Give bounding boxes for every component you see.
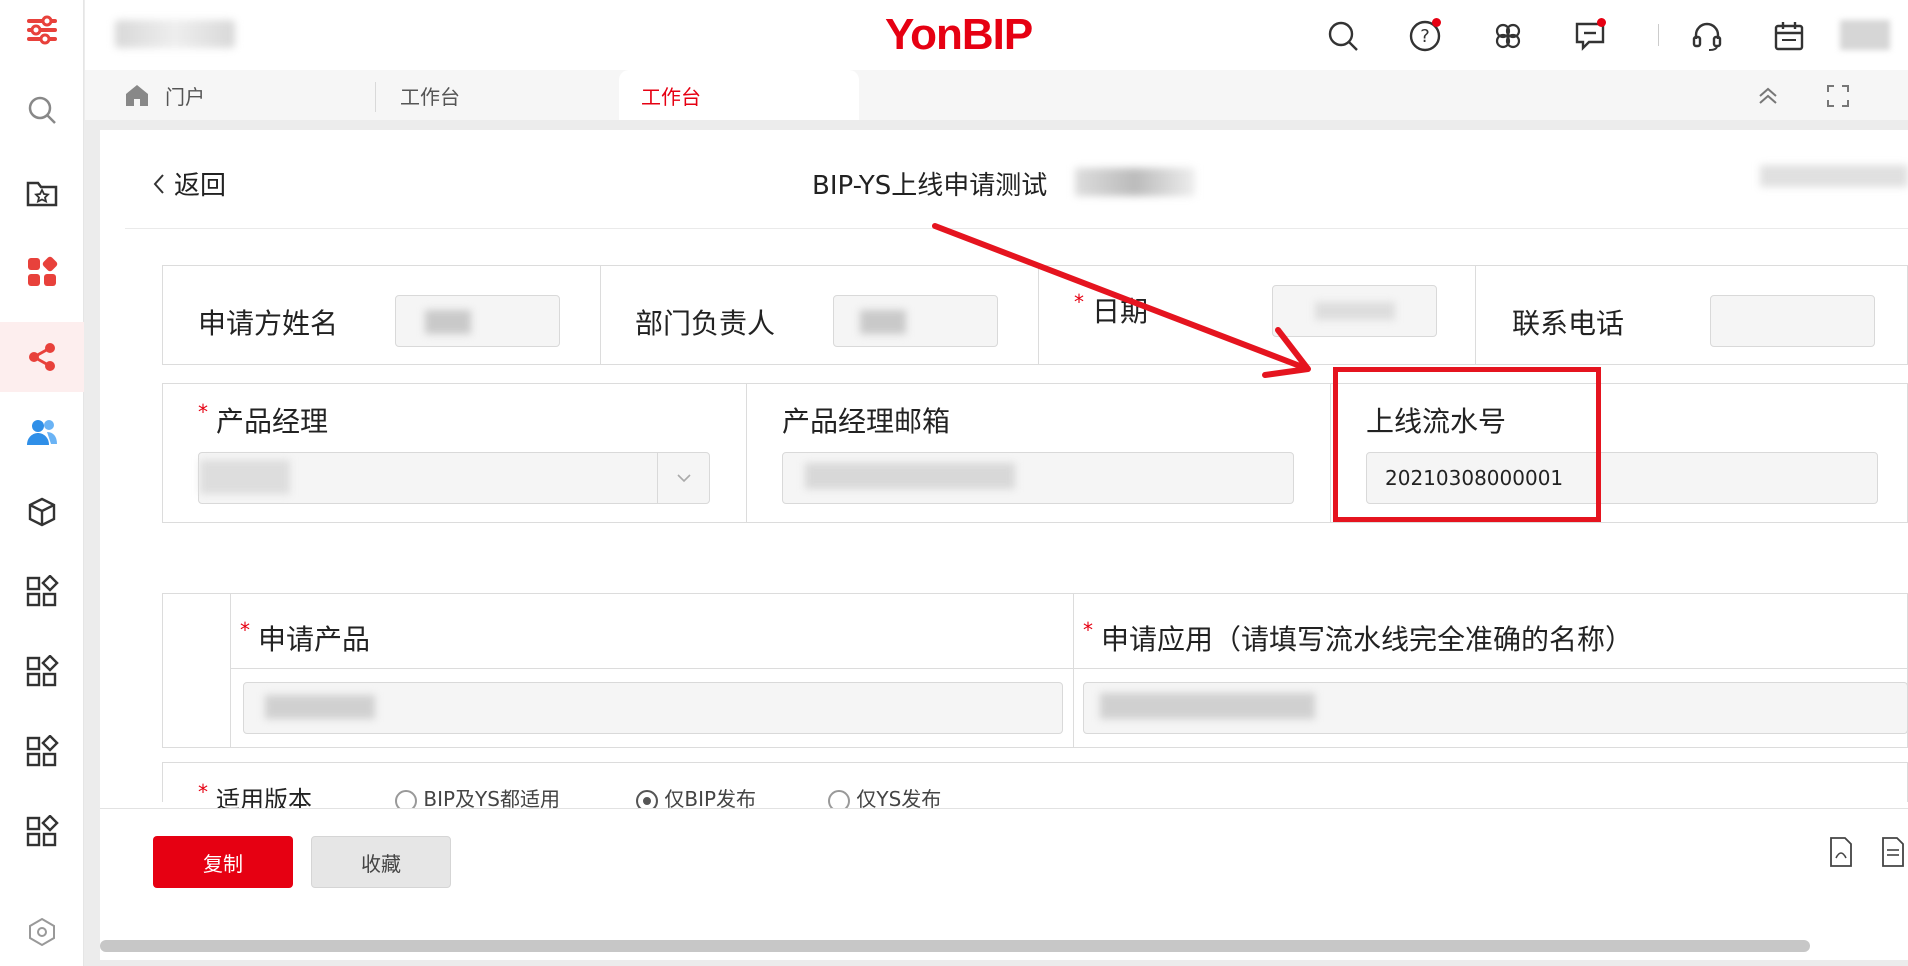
copy-button[interactable]: 复制	[153, 836, 293, 888]
document-icon[interactable]	[1880, 836, 1906, 872]
pdf-icon[interactable]	[1828, 836, 1854, 872]
horizontal-scrollbar[interactable]	[100, 940, 1810, 952]
action-bar: 复制 收藏	[100, 808, 1908, 940]
favorite-button[interactable]: 收藏	[311, 836, 451, 888]
